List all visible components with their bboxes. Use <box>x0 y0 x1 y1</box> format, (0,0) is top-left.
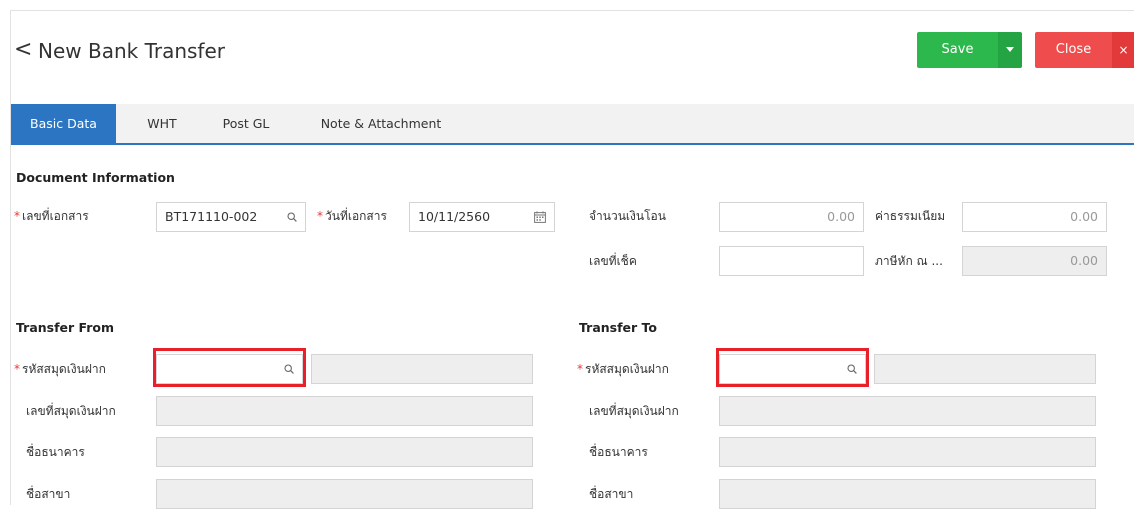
fee-input[interactable]: 0.00 <box>962 202 1107 232</box>
tab-note-attachment[interactable]: Note & Attachment <box>301 104 461 143</box>
section-title-document-information: Document Information <box>16 170 175 185</box>
calendar-icon[interactable] <box>534 211 546 223</box>
bank-transfer-form: < New Bank Transfer Save Close × Basic D… <box>10 10 1134 509</box>
close-icon[interactable]: × <box>1112 32 1134 68</box>
from-bank-name-label: ชื่อธนาคาร <box>26 445 85 459</box>
save-dropdown-button[interactable] <box>998 32 1022 68</box>
required-mark: * <box>14 209 20 223</box>
from-bank-name-input <box>156 437 533 467</box>
page-header: < New Bank Transfer Save Close × <box>11 11 1134 103</box>
back-button[interactable]: < <box>14 35 32 65</box>
highlight-box <box>716 348 869 387</box>
doc-date-input[interactable]: 10/11/2560 <box>409 202 555 232</box>
amount-label: จำนวนเงินโอน <box>589 209 666 223</box>
cheque-input[interactable] <box>719 246 864 276</box>
cheque-label: เลขที่เช็ค <box>589 254 637 268</box>
section-title-transfer-from: Transfer From <box>16 320 115 335</box>
to-bank-name-input <box>719 437 1096 467</box>
wht-label: ภาษีหัก ณ ... <box>875 254 943 268</box>
wht-input: 0.00 <box>962 246 1107 276</box>
tab-basic-data[interactable]: Basic Data <box>11 104 116 143</box>
from-account-no-label: เลขที่สมุดเงินฝาก <box>26 404 116 418</box>
fee-label: ค่าธรรมเนียม <box>875 209 946 223</box>
tab-bar: Basic Data WHT Post GL Note & Attachment <box>11 104 1134 145</box>
to-branch-name-label: ชื่อสาขา <box>589 487 634 501</box>
caret-down-icon <box>1006 47 1014 52</box>
from-branch-name-input <box>156 479 533 509</box>
doc-no-input[interactable]: BT171110-002 <box>156 202 306 232</box>
highlight-box <box>153 348 306 387</box>
from-branch-name-label: ชื่อสาขา <box>26 487 71 501</box>
to-branch-name-input <box>719 479 1096 509</box>
from-account-no-input <box>156 396 533 426</box>
search-icon[interactable] <box>287 212 297 222</box>
save-button[interactable]: Save <box>917 32 998 68</box>
tab-post-gl[interactable]: Post GL <box>206 104 286 143</box>
from-account-name-input <box>311 354 533 384</box>
doc-date-label: * วันที่เอกสาร <box>317 209 387 223</box>
tab-wht[interactable]: WHT <box>128 104 196 143</box>
page-title: New Bank Transfer <box>38 39 225 63</box>
to-account-code-label: * รหัสสมุดเงินฝาก <box>577 362 669 376</box>
doc-no-label: * เลขที่เอกสาร <box>14 209 89 223</box>
to-bank-name-label: ชื่อธนาคาร <box>589 445 648 459</box>
amount-input[interactable]: 0.00 <box>719 202 864 232</box>
section-title-transfer-to: Transfer To <box>579 320 657 335</box>
to-account-no-input <box>719 396 1096 426</box>
to-account-name-input <box>874 354 1096 384</box>
to-account-no-label: เลขที่สมุดเงินฝาก <box>589 404 679 418</box>
close-button[interactable]: Close <box>1035 32 1112 68</box>
from-account-code-label: * รหัสสมุดเงินฝาก <box>14 362 106 376</box>
